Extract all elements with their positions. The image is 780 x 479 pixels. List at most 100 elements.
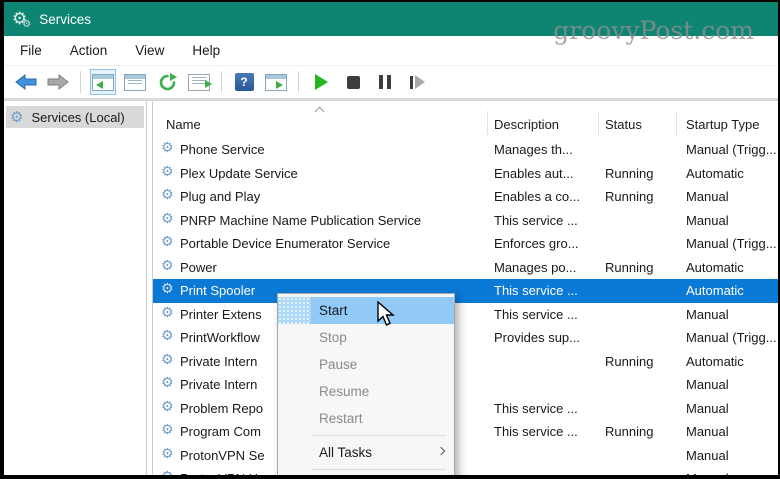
cell-desc: Enforces gro...	[487, 236, 598, 251]
service-gear-icon: ⚙	[161, 376, 174, 390]
cell-desc: This service ...	[487, 283, 598, 298]
table-row[interactable]: ⚙Printer ExtensThis service ...Manual	[153, 303, 778, 327]
table-row[interactable]: ⚙Plex Update ServiceEnables aut...Runnin…	[153, 162, 778, 186]
column-header-name[interactable]: Name	[166, 117, 201, 132]
column-header-startup[interactable]: Startup Type	[686, 117, 759, 132]
pane-divider[interactable]	[146, 101, 153, 475]
service-gear-icon: ⚙	[161, 423, 174, 437]
service-gear-icon: ⚙	[161, 188, 174, 202]
table-row[interactable]: ⚙Problem RepoThis service ...Manual	[153, 397, 778, 421]
cell-startup: Manual	[676, 377, 778, 392]
table-row[interactable]: ⚙Program ComThis service ...RunningManua…	[153, 420, 778, 444]
restart-service-icon[interactable]	[404, 69, 430, 95]
show-console-tree-icon[interactable]	[90, 69, 116, 95]
pause-service-icon[interactable]	[372, 69, 398, 95]
stop-service-icon[interactable]	[340, 69, 366, 95]
cell-startup: Manual	[676, 471, 778, 475]
back-icon[interactable]	[13, 69, 39, 95]
cell-startup: Manual	[676, 424, 778, 439]
context-menu-item-pause: Pause	[278, 351, 454, 378]
properties-icon[interactable]	[122, 69, 148, 95]
context-menu-item-resume: Resume	[278, 378, 454, 405]
menu-separator	[312, 435, 446, 436]
column-divider[interactable]	[487, 111, 488, 135]
cell-desc: Enables aut...	[487, 166, 598, 181]
cell-desc: This service ...	[487, 307, 598, 322]
cell-name: Portable Device Enumerator Service	[153, 236, 487, 251]
table-row[interactable]: ⚙Phone ServiceManages th...Manual (Trigg…	[153, 138, 778, 162]
window-title: Services	[39, 12, 91, 27]
cell-startup: Manual	[676, 401, 778, 416]
table-row[interactable]: ⚙Print SpoolerThis service ...Automatic	[153, 279, 778, 303]
context-menu-item-start[interactable]: Start	[278, 297, 454, 324]
toolbar-separator	[80, 71, 81, 93]
column-divider[interactable]	[598, 111, 599, 135]
service-gear-icon: ⚙	[161, 235, 174, 249]
cell-startup: Automatic	[676, 260, 778, 275]
column-divider[interactable]	[676, 111, 677, 135]
cell-desc: Enables a co...	[487, 189, 598, 204]
table-row[interactable]: ⚙ProtonVPN UManual	[153, 467, 778, 475]
context-menu-item-all-tasks[interactable]: All Tasks	[278, 439, 454, 466]
table-row[interactable]: ⚙PowerManages po...RunningAutomatic	[153, 256, 778, 280]
tree-root-label: Services (Local)	[31, 110, 124, 125]
cell-desc: Provides sup...	[487, 330, 598, 345]
cell-startup: Manual	[676, 189, 778, 204]
show-action-pane-icon[interactable]	[263, 69, 289, 95]
column-header-description[interactable]: Description	[494, 117, 559, 132]
cell-name: PNRP Machine Name Publication Service	[153, 213, 487, 228]
cell-startup: Manual	[676, 448, 778, 463]
console-tree: ⚙ Services (Local)	[4, 101, 146, 475]
sort-ascending-icon	[315, 107, 325, 117]
menu-action[interactable]: Action	[60, 39, 118, 62]
service-gear-icon: ⚙	[161, 212, 174, 226]
cell-startup: Manual (Trigg...	[676, 330, 778, 345]
menu-view[interactable]: View	[125, 39, 174, 62]
context-menu-item-stop: Stop	[278, 324, 454, 351]
cell-status: Running	[598, 260, 676, 275]
cell-startup: Manual	[676, 213, 778, 228]
menu-help[interactable]: Help	[182, 39, 230, 62]
refresh-icon[interactable]	[154, 69, 180, 95]
sidebar-item-services-local[interactable]: ⚙ Services (Local)	[6, 106, 144, 128]
cell-startup: Manual (Trigg...	[676, 236, 778, 251]
service-gear-icon: ⚙	[10, 110, 23, 125]
service-gear-icon: ⚙	[161, 165, 174, 179]
service-gear-icon: ⚙	[161, 306, 174, 320]
context-menu-item-restart: Restart	[278, 405, 454, 432]
table-row[interactable]: ⚙PNRP Machine Name Publication ServiceTh…	[153, 209, 778, 233]
toolbar-separator	[221, 71, 222, 93]
table-row[interactable]: ⚙Private InternManual	[153, 373, 778, 397]
cell-desc: This service ...	[487, 213, 598, 228]
column-header-status[interactable]: Status	[605, 117, 642, 132]
cell-status: Running	[598, 424, 676, 439]
cell-startup: Automatic	[676, 283, 778, 298]
help-icon[interactable]: ?	[231, 69, 257, 95]
service-gear-icon: ⚙	[161, 282, 174, 296]
menu-file[interactable]: File	[10, 39, 52, 62]
context-menu: StartStopPauseResumeRestart All Tasks	[277, 293, 455, 475]
services-list: Name Description Status Startup Type ⚙Ph…	[153, 101, 778, 475]
start-service-icon[interactable]	[308, 69, 334, 95]
service-gear-icon: ⚙	[161, 353, 174, 367]
cell-startup: Automatic	[676, 166, 778, 181]
cell-name: Power	[153, 260, 487, 275]
forward-icon[interactable]	[45, 69, 71, 95]
table-row[interactable]: ⚙Private InternRunningAutomatic	[153, 350, 778, 374]
table-row[interactable]: ⚙Plug and PlayEnables a co...RunningManu…	[153, 185, 778, 209]
service-gear-icon: ⚙	[161, 400, 174, 414]
cell-startup: Automatic	[676, 354, 778, 369]
table-row[interactable]: ⚙ProtonVPN SeManual	[153, 444, 778, 468]
export-list-icon[interactable]	[186, 69, 212, 95]
table-row[interactable]: ⚙Portable Device Enumerator ServiceEnfor…	[153, 232, 778, 256]
cell-desc: Manages po...	[487, 260, 598, 275]
table-row[interactable]: ⚙PrintWorkflowProvides sup...Manual (Tri…	[153, 326, 778, 350]
service-gear-icon: ⚙	[161, 141, 174, 155]
menu-bar: File Action View Help	[4, 36, 778, 66]
cell-startup: Manual	[676, 307, 778, 322]
menu-separator	[312, 469, 446, 470]
cell-desc: This service ...	[487, 424, 598, 439]
service-gear-icon: ⚙	[161, 447, 174, 461]
toolbar: ?	[4, 66, 778, 100]
services-small-gear-icon: ⚙	[22, 20, 31, 30]
